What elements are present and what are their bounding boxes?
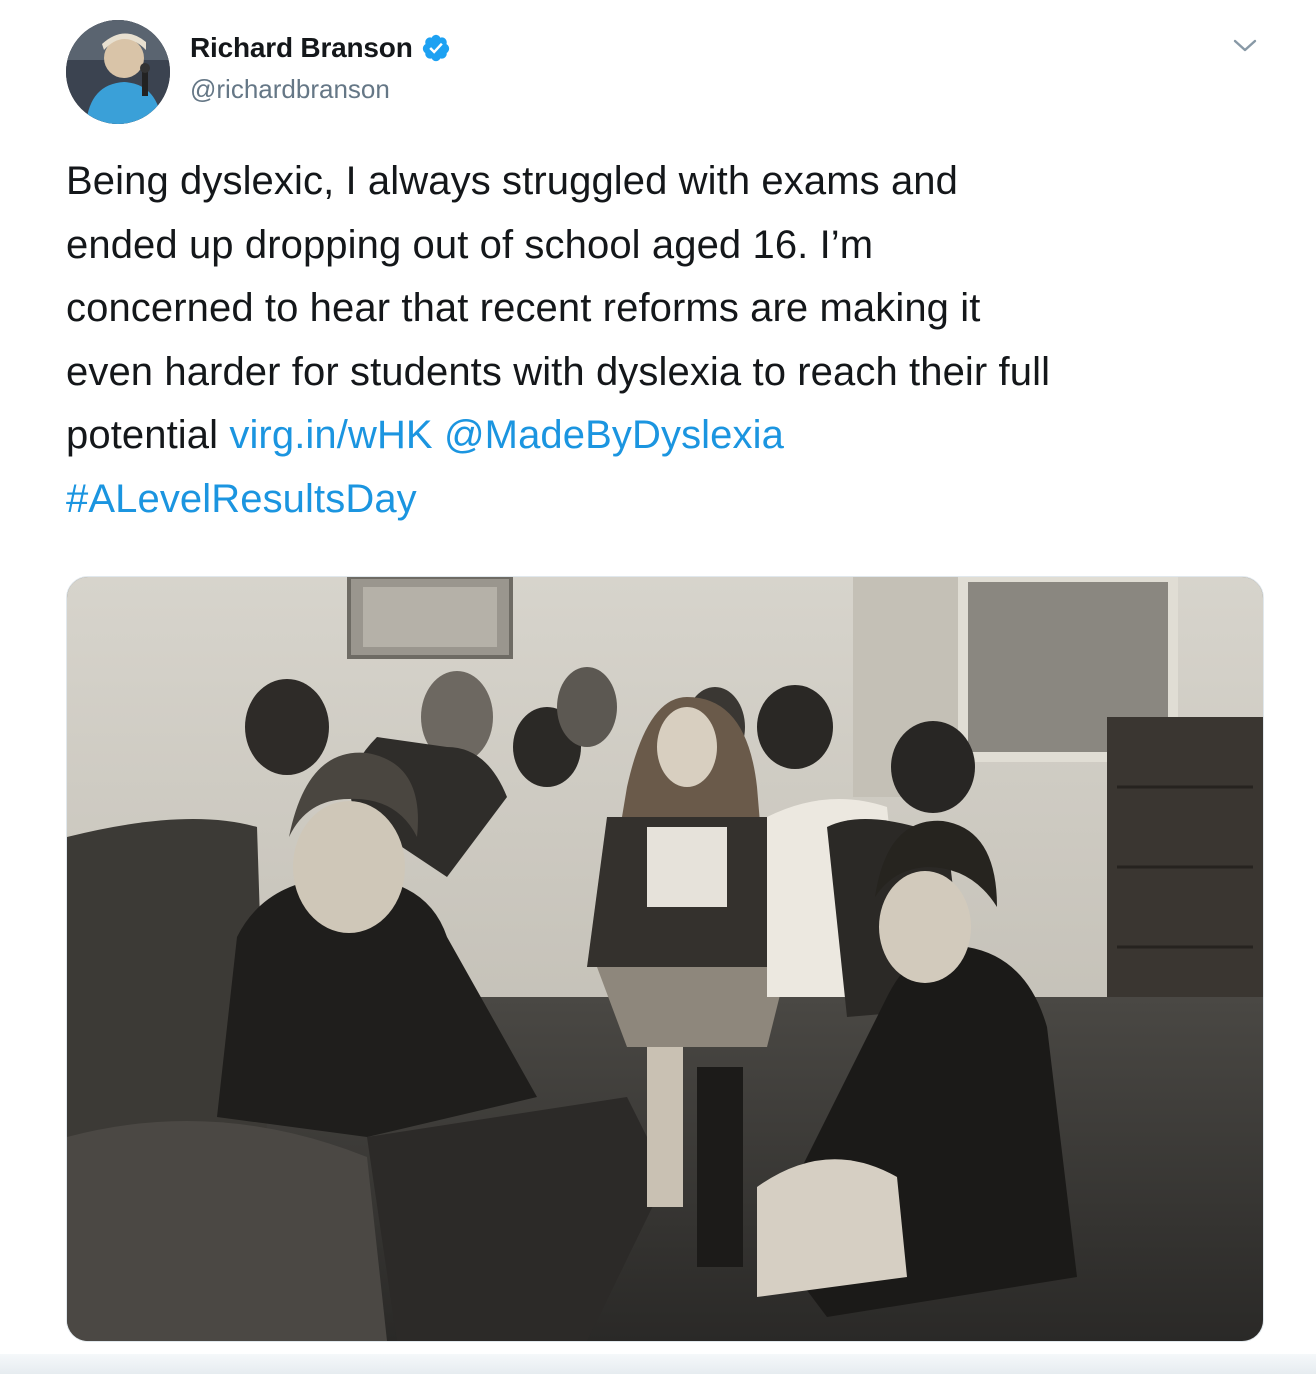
- tweet-hashtag[interactable]: #ALevelResultsDay: [66, 477, 417, 521]
- photo-image: [67, 577, 1263, 1341]
- verified-badge-icon: [421, 33, 451, 63]
- avatar-image: [66, 20, 170, 124]
- chevron-down-icon[interactable]: [1230, 36, 1260, 56]
- author-avatar[interactable]: [66, 20, 170, 124]
- tweet-text-line: even harder for students with dyslexia t…: [66, 349, 1051, 394]
- author-handle[interactable]: @richardbranson: [190, 74, 390, 105]
- author-name-row[interactable]: Richard Branson: [190, 32, 451, 64]
- tweet-footer-edge: [0, 1354, 1316, 1374]
- tweet-link[interactable]: virg.in/wHK: [229, 413, 432, 457]
- tweet-text-line: ended up dropping out of school aged 16.…: [66, 222, 874, 267]
- tweet-text: Being dyslexic, I always struggled with …: [66, 150, 1266, 531]
- tweet-card: Richard Branson @richardbranson Being dy…: [0, 0, 1316, 1374]
- tweet-photo[interactable]: [66, 576, 1264, 1342]
- tweet-text-prefix: potential: [66, 413, 230, 457]
- tweet-hashtag-line: #ALevelResultsDay: [66, 468, 1266, 532]
- tweet-text-line: Being dyslexic, I always struggled with …: [66, 159, 958, 203]
- tweet-mention[interactable]: @MadeByDyslexia: [444, 413, 784, 457]
- author-display-name[interactable]: Richard Branson: [190, 32, 413, 64]
- tweet-text-line-last: potential virg.in/wHK @MadeByDyslexia: [66, 404, 1266, 468]
- tweet-text-line: concerned to hear that recent reforms ar…: [66, 286, 981, 330]
